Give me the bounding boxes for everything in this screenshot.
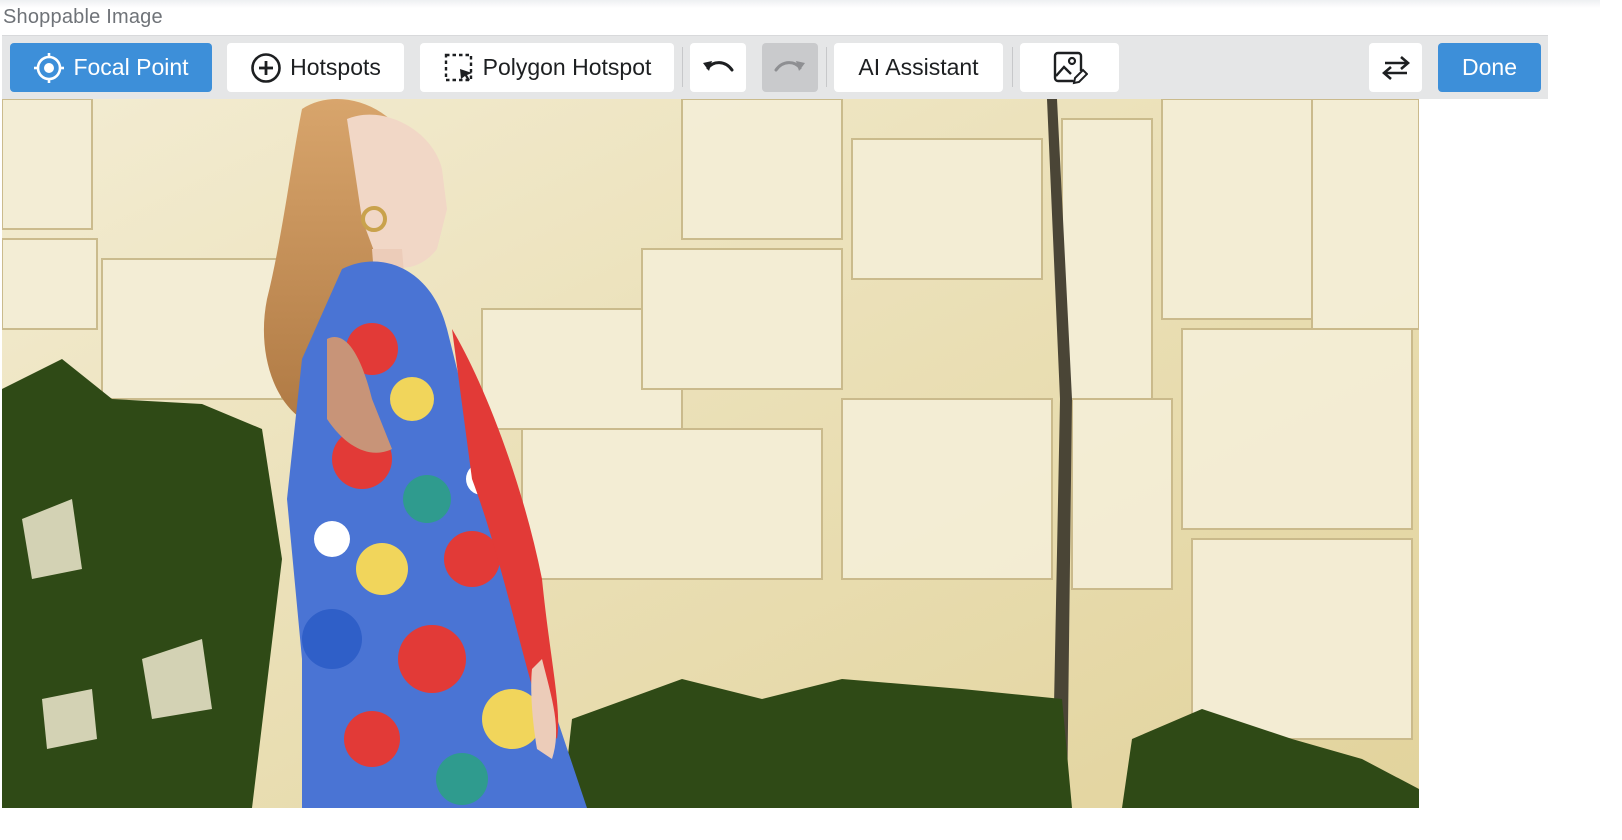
swap-arrows-icon: [1381, 55, 1411, 81]
redo-icon: [773, 56, 807, 80]
ai-assistant-label: AI Assistant: [858, 54, 979, 80]
dashed-square-cursor-icon: [443, 52, 475, 84]
polygon-hotspot-label: Polygon Hotspot: [482, 54, 652, 80]
hotspots-button[interactable]: Hotspots: [227, 43, 404, 92]
product-photo: [2, 99, 1419, 808]
field-label: Shoppable Image: [3, 6, 163, 28]
done-button[interactable]: Done: [1438, 43, 1541, 92]
redo-button[interactable]: [762, 43, 818, 92]
undo-icon: [701, 56, 735, 80]
done-label: Done: [1462, 54, 1517, 80]
image-edit-button[interactable]: [1020, 43, 1119, 92]
swap-button[interactable]: [1369, 43, 1422, 92]
focal-point-label: Focal Point: [73, 54, 189, 80]
toolbar-divider: [826, 47, 827, 87]
shoppable-image-editor: Shoppable Image Focal Point Hotspots Pol…: [0, 0, 1622, 840]
ai-assistant-button[interactable]: AI Assistant: [834, 43, 1003, 92]
hotspots-label: Hotspots: [290, 54, 381, 80]
plus-circle-icon: [250, 52, 282, 84]
polygon-hotspot-button[interactable]: Polygon Hotspot: [420, 43, 674, 92]
toolbar-divider: [1012, 47, 1013, 87]
crosshair-icon: [33, 52, 65, 84]
toolbar-divider: [682, 47, 683, 87]
image-canvas[interactable]: [2, 99, 1419, 808]
focal-point-button[interactable]: Focal Point: [10, 43, 212, 92]
image-edit-icon: [1052, 50, 1088, 86]
editor-toolbar: Focal Point Hotspots Polygon Hotspot AI …: [2, 35, 1548, 99]
undo-button[interactable]: [690, 43, 746, 92]
top-divider: [0, 0, 1600, 8]
